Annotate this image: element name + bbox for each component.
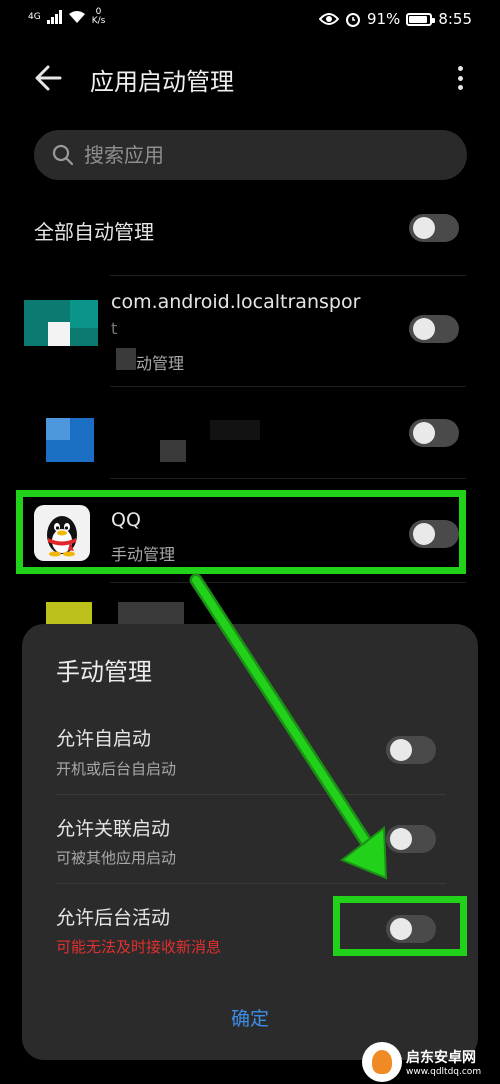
manual-manage-dialog: 手动管理 允许自启动 开机或后台自启动 允许关联启动 可被其他应用启动 允许后台… <box>22 624 478 1060</box>
back-arrow-icon[interactable] <box>30 60 70 96</box>
dialog-title: 手动管理 <box>56 658 152 686</box>
wifi-icon <box>68 11 85 23</box>
clock: 8:55 <box>438 10 472 28</box>
option-auto-start-title: 允许自启动 <box>56 728 152 750</box>
option-background-title: 允许后台活动 <box>56 907 171 929</box>
app-bar: 应用启动管理 <box>0 48 500 108</box>
app-status: 动管理 <box>136 354 185 373</box>
app-icon-localtransport-mark <box>70 300 98 328</box>
divider <box>56 794 446 795</box>
divider <box>110 275 466 276</box>
status-left: 4G 0 K/s <box>28 8 105 26</box>
all-auto-label: 全部自动管理 <box>34 220 154 244</box>
divider <box>110 582 466 583</box>
watermark-text: 启东安卓网 www.qdltdq.com <box>406 1047 481 1077</box>
app-icon-localtransport-mark <box>48 322 70 346</box>
watermark-url: www.qdltdq.com <box>406 1067 482 1077</box>
search-icon <box>52 144 74 166</box>
app-toggle[interactable] <box>409 315 459 343</box>
app-toggle[interactable] <box>409 419 459 447</box>
app-name: com.android.localtranspor <box>111 291 361 313</box>
blurred-block <box>116 348 136 370</box>
blurred-block <box>210 420 260 440</box>
highlight-background-toggle <box>333 896 467 956</box>
more-options-icon[interactable] <box>454 62 466 94</box>
speed-unit: K/s <box>91 16 106 26</box>
battery-icon <box>406 12 436 26</box>
eye-icon <box>318 13 339 25</box>
signal-icon <box>46 10 62 24</box>
network-type: 4G <box>28 12 41 22</box>
app-name-continued: t <box>111 319 118 338</box>
divider <box>110 386 466 387</box>
watermark: 启东安卓网 www.qdltdq.com <box>362 1040 500 1084</box>
watermark-logo-icon <box>362 1042 402 1082</box>
search-bar[interactable] <box>34 130 467 180</box>
option-auto-start-subtitle: 开机或后台自启动 <box>56 760 177 778</box>
option-background-warning: 可能无法及时接收新消息 <box>56 938 222 956</box>
divider <box>110 478 466 479</box>
status-bar: 4G 0 K/s 91% 8:55 <box>0 0 500 40</box>
search-input[interactable] <box>84 143 424 167</box>
linked-start-toggle[interactable] <box>386 825 436 853</box>
highlight-qq-row <box>16 490 466 574</box>
auto-start-toggle[interactable] <box>386 736 436 764</box>
app-icon-blurred-mark <box>46 418 70 440</box>
all-auto-toggle[interactable] <box>409 214 459 242</box>
option-linked-start-title: 允许关联启动 <box>56 818 171 840</box>
status-right: 91% 8:55 <box>318 10 472 28</box>
battery-fill <box>409 15 428 23</box>
option-linked-start-subtitle: 可被其他应用启动 <box>56 849 177 867</box>
battery-percent: 91% <box>366 10 401 28</box>
blurred-block <box>160 440 186 462</box>
alarm-icon <box>345 13 360 27</box>
watermark-name: 启东安卓网 <box>406 1050 476 1066</box>
network-speed: 0 K/s <box>92 8 106 26</box>
divider <box>56 883 446 884</box>
page-title: 应用启动管理 <box>90 68 234 96</box>
confirm-button[interactable]: 确定 <box>22 1004 478 1031</box>
